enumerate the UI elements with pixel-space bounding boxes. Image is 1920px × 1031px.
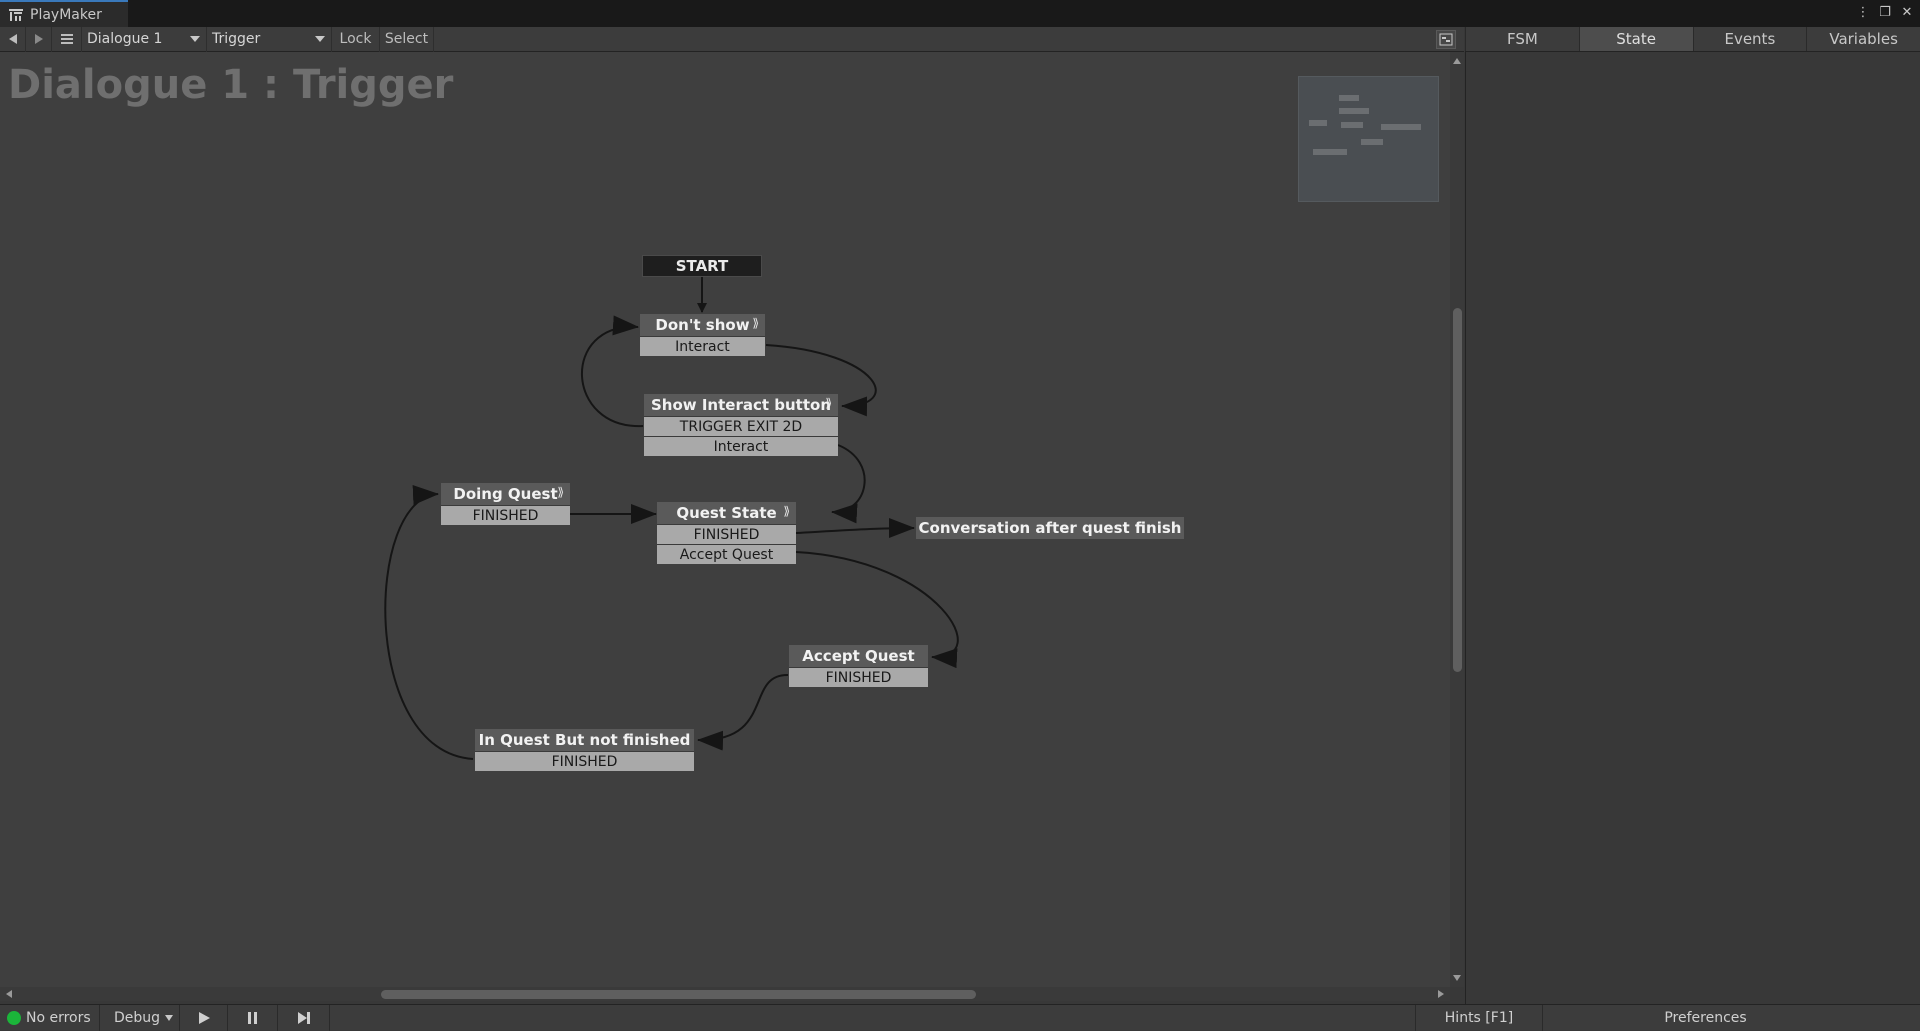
state-name: Doing Quest [453, 485, 558, 503]
bottom-toolbar: No errors Debug Hints [F1] Preferences [0, 1004, 1920, 1031]
select-button[interactable]: Select [380, 26, 434, 52]
fsm-graph-canvas[interactable]: Dialogue 1 : Trigger START Don't show ⟫ … [0, 52, 1450, 987]
transition-event[interactable]: Interact [644, 436, 838, 456]
state-dont-show[interactable]: Don't show ⟫ Interact [640, 314, 765, 356]
transition-event[interactable]: FINISHED [789, 667, 928, 687]
fsm-owner-value: Dialogue 1 [87, 31, 163, 47]
transition-event[interactable]: FINISHED [475, 751, 694, 771]
window-titlebar: PlayMaker ⋮ ❐ ✕ [0, 0, 1920, 27]
status-text: No errors [26, 1009, 91, 1026]
more-options-icon[interactable]: ⋮ [1856, 4, 1870, 22]
error-status[interactable]: No errors [0, 1004, 100, 1031]
chevron-down-icon [315, 35, 325, 42]
link-accept-quest [795, 551, 959, 669]
window-tab-title: PlayMaker [30, 6, 102, 23]
scroll-up-icon[interactable] [1453, 58, 1461, 64]
forward-button[interactable] [26, 26, 52, 52]
fsm-name-value: Trigger [212, 31, 261, 47]
tab-state[interactable]: State [1578, 27, 1693, 51]
arrow-right-icon [34, 34, 43, 44]
window-tab[interactable]: PlayMaker [0, 0, 128, 27]
state-inspector-panel [1465, 52, 1920, 1004]
play-button[interactable] [180, 1004, 228, 1031]
lock-button[interactable]: Lock [332, 26, 380, 52]
link-accept-finished [697, 673, 789, 751]
playmaker-icon [9, 8, 23, 21]
vertical-scrollbar[interactable] [1450, 52, 1464, 987]
state-show-interact-button[interactable]: Show Interact button ⟫ TRIGGER EXIT 2D In… [644, 394, 838, 456]
pause-icon [247, 1011, 257, 1024]
state-name: Don't show [655, 316, 750, 334]
preferences-button[interactable]: Preferences [1543, 1005, 1868, 1031]
tab-variables[interactable]: Variables [1806, 27, 1920, 51]
debug-label: Debug [114, 1009, 161, 1026]
fsm-name-dropdown[interactable]: Trigger [207, 26, 332, 52]
transition-event[interactable]: TRIGGER EXIT 2D [644, 416, 838, 436]
step-icon [297, 1011, 310, 1024]
state-in-quest-but-not-finished[interactable]: In Quest But not finished FINISHED [475, 729, 694, 771]
state-name: Quest State [676, 504, 777, 522]
hints-button[interactable]: Hints [F1] [1415, 1004, 1543, 1031]
fsm-toolbar: Dialogue 1 Trigger Lock Select [0, 26, 1464, 52]
back-button[interactable] [0, 26, 26, 52]
tab-events[interactable]: Events [1692, 27, 1807, 51]
scroll-down-icon[interactable] [1453, 975, 1461, 981]
start-node[interactable]: START [642, 255, 762, 277]
bottom-spacer [330, 1005, 1415, 1031]
state-name: Accept Quest [802, 647, 915, 665]
action-icon: ⟫ [825, 396, 832, 410]
state-name: Conversation after quest finish [918, 519, 1182, 537]
play-icon [198, 1011, 210, 1024]
action-icon: ⟫ [783, 504, 790, 518]
action-icon: ⟫ [752, 316, 759, 330]
state-accept-quest[interactable]: Accept Quest FINISHED [789, 645, 928, 687]
chevron-down-icon [190, 35, 200, 42]
fsm-owner-dropdown[interactable]: Dialogue 1 [82, 26, 207, 52]
link-trigger-exit [580, 315, 644, 428]
transition-event[interactable]: Interact [640, 336, 765, 356]
step-button[interactable] [278, 1004, 330, 1031]
horizontal-scroll-thumb[interactable] [381, 990, 976, 999]
status-ok-icon [7, 1010, 21, 1025]
vertical-scroll-thumb[interactable] [1453, 308, 1462, 672]
scroll-right-icon[interactable] [1438, 990, 1444, 998]
arrow-left-icon [8, 34, 17, 44]
chevron-down-icon [165, 1014, 174, 1021]
fsm-menu-button[interactable] [52, 26, 82, 52]
scroll-left-icon[interactable] [6, 990, 12, 998]
state-doing-quest[interactable]: Doing Quest ⟫ FINISHED [441, 483, 570, 525]
state-name: In Quest But not finished [478, 731, 691, 749]
maximize-icon[interactable]: ❐ [1878, 4, 1892, 22]
action-icon: ⟫ [557, 485, 564, 499]
pause-button[interactable] [228, 1004, 278, 1031]
transition-event[interactable]: FINISHED [441, 505, 570, 525]
hamburger-icon [60, 34, 73, 44]
tab-fsm[interactable]: FSM [1465, 27, 1579, 51]
link-inquest-finished [384, 485, 474, 760]
minimap-icon [1439, 33, 1453, 46]
transition-event[interactable]: Accept Quest [657, 544, 796, 564]
state-quest-state[interactable]: Quest State ⟫ FINISHED Accept Quest [657, 502, 796, 564]
state-conversation-after-quest-finish[interactable]: Conversation after quest finish [916, 517, 1184, 539]
transition-event[interactable]: FINISHED [657, 524, 796, 544]
debug-dropdown[interactable]: Debug [100, 1004, 180, 1031]
link-quest-finished [795, 518, 915, 539]
horizontal-scrollbar[interactable] [0, 987, 1450, 1001]
close-icon[interactable]: ✕ [1900, 4, 1914, 22]
inspector-tabs: FSM State Events Variables [1465, 27, 1920, 52]
minimap-toggle-button[interactable] [1436, 30, 1456, 49]
state-name: Show Interact button [650, 396, 831, 414]
